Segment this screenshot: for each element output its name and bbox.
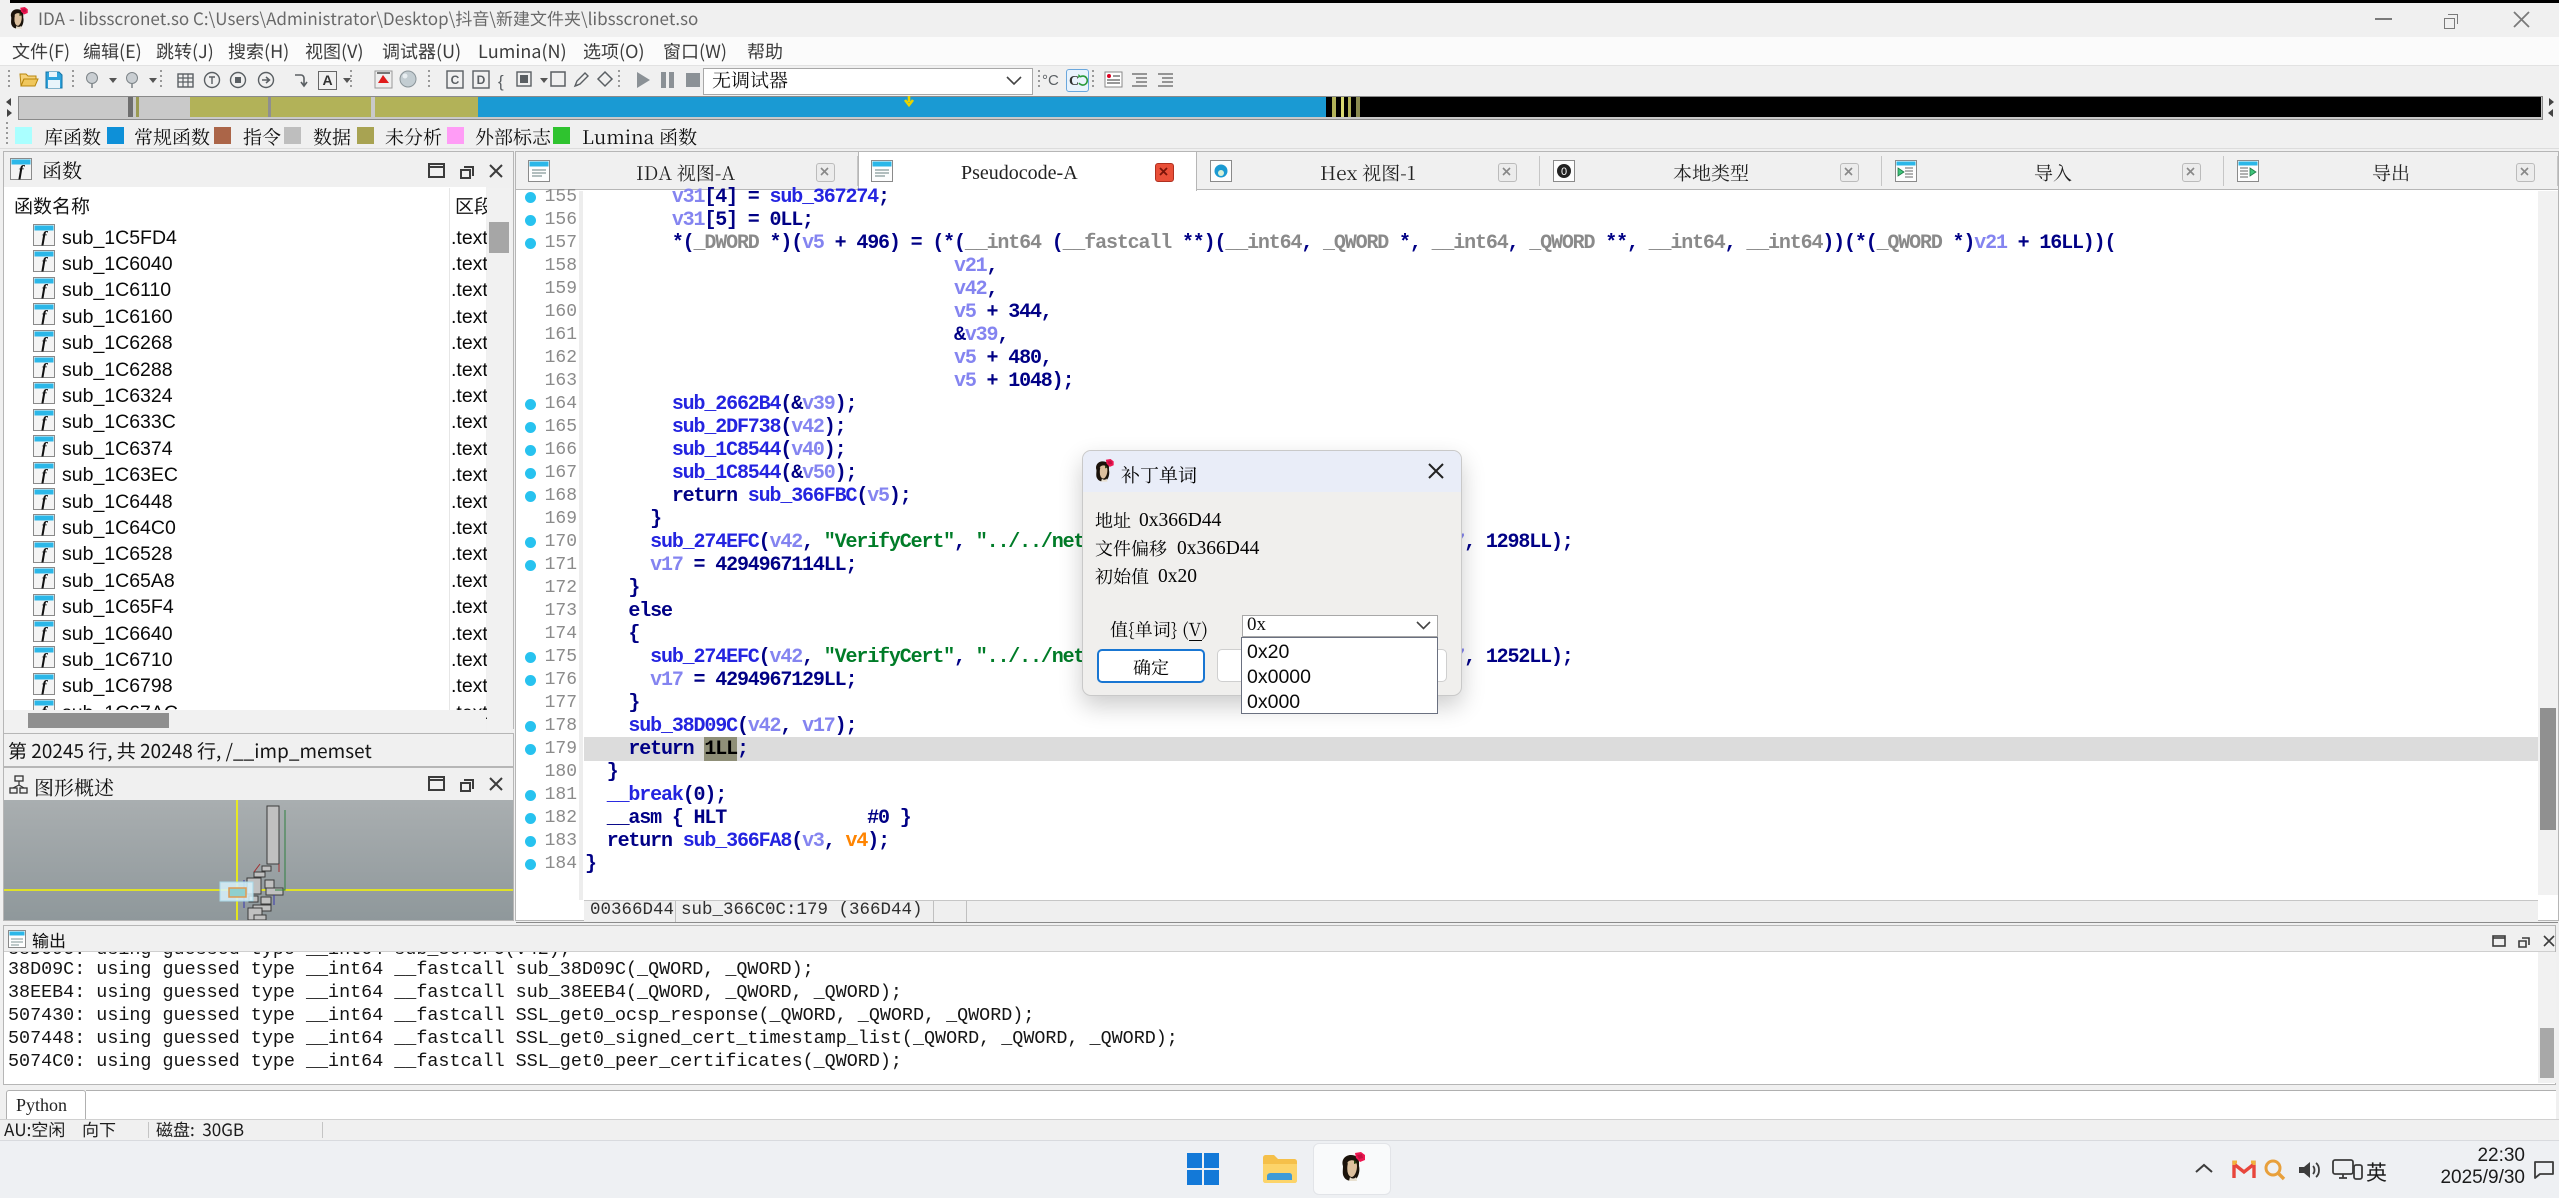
svg-text:C: C [451, 73, 460, 87]
svg-text:0: 0 [1561, 166, 1567, 178]
svg-text:D: D [477, 73, 486, 87]
svg-text:C: C [1069, 74, 1079, 89]
